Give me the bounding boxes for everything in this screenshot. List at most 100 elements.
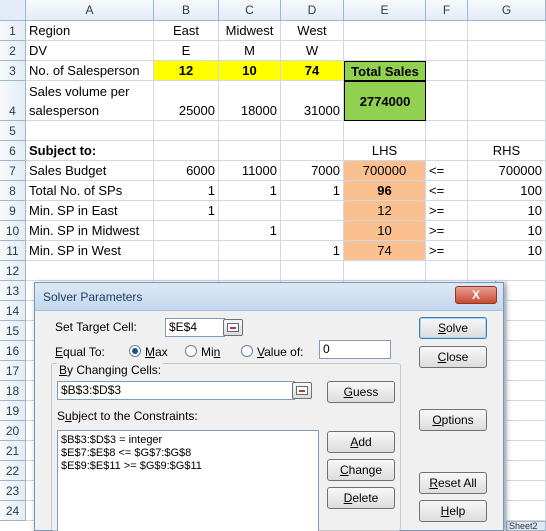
cell-e6[interactable]: LHS (344, 141, 426, 161)
solve-button[interactable]: Solve (419, 317, 487, 339)
row-header[interactable]: 8 (0, 181, 26, 201)
grid-cell[interactable] (344, 41, 426, 61)
grid-cell[interactable] (26, 261, 154, 281)
grid-cell[interactable] (219, 241, 281, 261)
reset-all-button[interactable]: Reset All (419, 472, 487, 494)
constraint-item[interactable]: $E$7:$E$8 <= $G$7:$G$8 (61, 447, 315, 460)
cell-g6[interactable]: RHS (468, 141, 546, 161)
cell-d11[interactable]: 1 (281, 241, 344, 261)
cell-a7[interactable]: Sales Budget (26, 161, 154, 181)
grid-cell[interactable] (219, 201, 281, 221)
cell-b4[interactable]: 25000 (154, 81, 219, 121)
grid-cell[interactable] (281, 121, 344, 141)
grid-cell[interactable] (219, 141, 281, 161)
cell-f11[interactable]: >= (426, 241, 468, 261)
grid-cell[interactable] (344, 121, 426, 141)
grid-cell[interactable] (426, 141, 468, 161)
col-header-c[interactable]: C (219, 0, 281, 21)
cell-e7[interactable]: 700000 (344, 161, 426, 181)
row-header[interactable]: 16 (0, 341, 26, 361)
row-header[interactable]: 23 (0, 481, 26, 501)
grid-cell[interactable] (281, 221, 344, 241)
delete-button[interactable]: Delete (327, 487, 395, 509)
row-header[interactable]: 20 (0, 421, 26, 441)
grid-cell[interactable] (219, 261, 281, 281)
dialog-titlebar[interactable]: Solver Parameters X (35, 283, 503, 311)
cell-d1[interactable]: West (281, 21, 344, 41)
grid-cell[interactable] (468, 121, 546, 141)
value-of-radio[interactable] (241, 345, 253, 357)
row-header[interactable]: 13 (0, 281, 26, 301)
row-header[interactable]: 10 (0, 221, 26, 241)
grid-cell[interactable] (426, 21, 468, 41)
add-button[interactable]: Add (327, 431, 395, 453)
col-header-a[interactable]: A (26, 0, 154, 21)
grid-cell[interactable] (154, 221, 219, 241)
grid-cell[interactable] (344, 21, 426, 41)
grid-cell[interactable] (26, 121, 154, 141)
cell-a1[interactable]: Region (26, 21, 154, 41)
grid-cell[interactable] (219, 121, 281, 141)
row-header[interactable]: 22 (0, 461, 26, 481)
cell-d3[interactable]: 74 (281, 61, 344, 81)
cell-g9[interactable]: 10 (468, 201, 546, 221)
row-header[interactable]: 17 (0, 361, 26, 381)
row-header[interactable]: 4 (0, 81, 26, 121)
cell-a6[interactable]: Subject to: (26, 141, 154, 161)
cell-a10[interactable]: Min. SP in Midwest (26, 221, 154, 241)
grid-cell[interactable] (426, 41, 468, 61)
cell-b2[interactable]: E (154, 41, 219, 61)
row-header[interactable]: 7 (0, 161, 26, 181)
cell-f7[interactable]: <= (426, 161, 468, 181)
constraints-list[interactable]: $B$3:$D$3 = integer $E$7:$E$8 <= $G$7:$G… (57, 430, 319, 531)
grid-cell[interactable] (426, 261, 468, 281)
cell-d7[interactable]: 7000 (281, 161, 344, 181)
grid-cell[interactable] (154, 121, 219, 141)
cell-d4[interactable]: 31000 (281, 81, 344, 121)
options-button[interactable]: Options (419, 409, 487, 431)
col-header-g[interactable]: G (468, 0, 546, 21)
col-header-d[interactable]: D (281, 0, 344, 21)
target-cell-field[interactable]: $E$4 (165, 318, 225, 337)
constraint-item[interactable]: $B$3:$D$3 = integer (61, 434, 315, 447)
row-header[interactable]: 14 (0, 301, 26, 321)
grid-cell[interactable] (468, 61, 546, 81)
close-button[interactable]: Close (419, 346, 487, 368)
col-header-f[interactable]: F (426, 0, 468, 21)
grid-cell[interactable] (154, 141, 219, 161)
cell-c1[interactable]: Midwest (219, 21, 281, 41)
cell-b3[interactable]: 12 (154, 61, 219, 81)
grid-cell[interactable] (281, 141, 344, 161)
grid-cell[interactable] (426, 81, 468, 121)
row-header[interactable]: 18 (0, 381, 26, 401)
constraint-item[interactable]: $E$9:$E$11 >= $G$9:$G$11 (61, 460, 315, 473)
cell-c2[interactable]: M (219, 41, 281, 61)
max-radio[interactable] (129, 345, 141, 357)
cell-a11[interactable]: Min. SP in West (26, 241, 154, 261)
cell-b9[interactable]: 1 (154, 201, 219, 221)
cell-a3[interactable]: No. of Salesperson (26, 61, 154, 81)
row-header[interactable]: 24 (0, 501, 26, 521)
grid-cell[interactable] (426, 121, 468, 141)
cell-g7[interactable]: 700000 (468, 161, 546, 181)
cell-f9[interactable]: >= (426, 201, 468, 221)
cell-f10[interactable]: >= (426, 221, 468, 241)
cell-g8[interactable]: 100 (468, 181, 546, 201)
cell-c10[interactable]: 1 (219, 221, 281, 241)
min-radio[interactable] (185, 345, 197, 357)
cell-c3[interactable]: 10 (219, 61, 281, 81)
guess-button[interactable]: Guess (327, 381, 395, 403)
cell-a2[interactable]: DV (26, 41, 154, 61)
cell-b1[interactable]: East (154, 21, 219, 41)
cell-e8[interactable]: 96 (344, 181, 426, 201)
cell-d8[interactable]: 1 (281, 181, 344, 201)
row-header[interactable]: 5 (0, 121, 26, 141)
row-header[interactable]: 2 (0, 41, 26, 61)
cell-g10[interactable]: 10 (468, 221, 546, 241)
col-header-e[interactable]: E (344, 0, 426, 21)
cell-e3[interactable]: Total Sales (344, 61, 426, 81)
row-header[interactable]: 15 (0, 321, 26, 341)
grid-cell[interactable] (468, 41, 546, 61)
row-header[interactable]: 21 (0, 441, 26, 461)
grid-cell[interactable] (468, 81, 546, 121)
